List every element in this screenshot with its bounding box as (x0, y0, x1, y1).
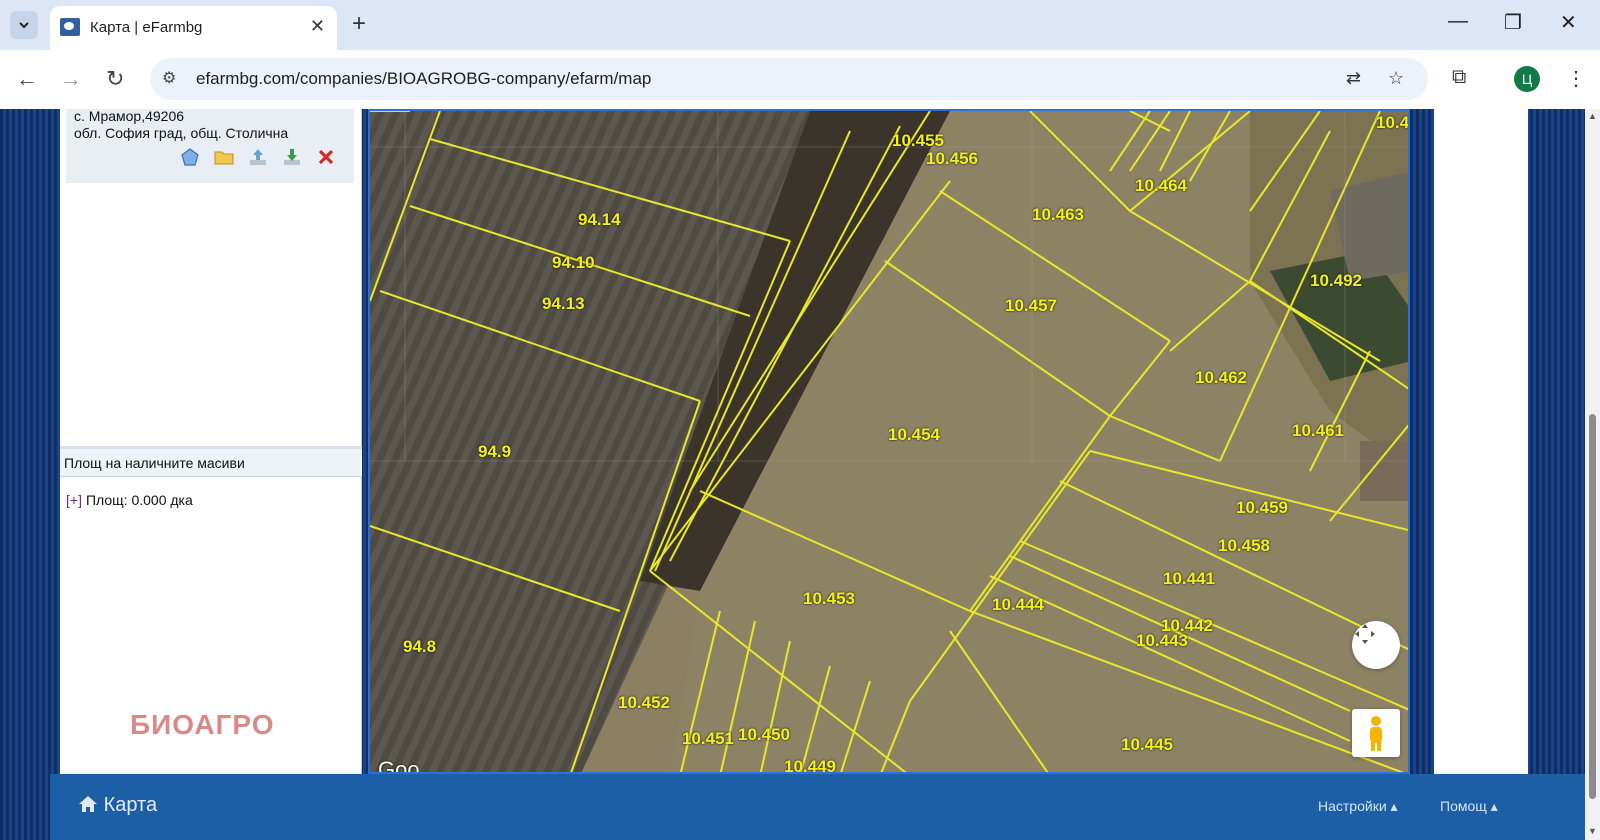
help-menu[interactable]: Помощ ▴ (1440, 798, 1498, 815)
favicon-icon (60, 18, 80, 36)
home-icon (79, 796, 97, 812)
parcel-label[interactable]: 10.464 (1135, 176, 1187, 196)
fullscreen-button[interactable] (1352, 621, 1400, 669)
page-scrollbar[interactable]: ▲ ▼ (1585, 109, 1600, 840)
window-close-icon[interactable]: ✕ (1560, 10, 1577, 35)
pegman-icon (1370, 716, 1382, 751)
close-tab-icon[interactable]: ✕ (310, 16, 325, 37)
parcel-label[interactable]: 10.4 (1376, 113, 1408, 133)
fullscreen-icon (1355, 624, 1375, 644)
tab-search-button[interactable] (10, 11, 38, 39)
parcel-label[interactable]: 10.456 (926, 149, 978, 169)
translate-icon[interactable]: ⇄ (1346, 68, 1361, 89)
new-tab-icon[interactable]: + (352, 10, 366, 38)
parcel-label[interactable]: 10.441 (1163, 569, 1215, 589)
brand-logo: БИОАГРО (130, 709, 275, 740)
left-panel: с. Мрамор,49206 обл. София град, общ. Ст… (60, 109, 362, 774)
browser-toolbar: ← → ↻ ⚙ efarmbg.com/companies/BIOAGROBG-… (0, 50, 1600, 109)
section-title: Площ на наличните масиви (60, 449, 362, 477)
parcel-label[interactable]: 10.452 (618, 693, 670, 713)
parcel-label[interactable]: 10.461 (1292, 421, 1344, 441)
parcel-label[interactable]: 10.492 (1310, 271, 1362, 291)
location-line1: с. Мрамор,49206 (74, 109, 185, 124)
folder-icon[interactable] (214, 147, 234, 167)
minimize-icon[interactable]: — (1448, 10, 1468, 33)
google-logo: Goo (378, 757, 420, 774)
parcel-label[interactable]: 94.14 (578, 210, 621, 230)
parcel-label[interactable]: 94.9 (478, 442, 511, 462)
scroll-up-icon[interactable]: ▲ (1588, 111, 1597, 121)
parcel-label[interactable]: 10.453 (803, 589, 855, 609)
area-text: Площ: 0.000 дка (85, 492, 193, 508)
street-view-pegman[interactable] (1352, 709, 1400, 757)
tab-title: Карта | eFarmbg (90, 19, 203, 36)
restore-icon[interactable]: ❐ (1504, 10, 1522, 35)
upload-icon[interactable] (248, 147, 268, 167)
browser-tabstrip: Карта | eFarmbg ✕ + — ❐ ✕ (0, 0, 1600, 50)
location-box: с. Мрамор,49206 обл. София град, общ. Ст… (66, 109, 354, 183)
scroll-down-icon[interactable]: ▼ (1588, 826, 1597, 836)
bookmark-star-icon[interactable]: ☆ (1388, 68, 1404, 89)
parcel-label[interactable]: 10.444 (992, 595, 1044, 615)
chevron-down-icon (19, 22, 29, 29)
browser-tab[interactable]: Карта | eFarmbg ✕ (50, 6, 337, 50)
parcel-label[interactable]: 94.13 (542, 294, 585, 314)
forward-icon[interactable]: → (60, 66, 82, 92)
address-bar[interactable]: ⚙ efarmbg.com/companies/BIOAGROBG-compan… (150, 58, 1428, 100)
menu-dots-icon[interactable]: ⋮ (1566, 66, 1586, 91)
footer-bar: Карта Настройки ▴ Помощ ▴ (50, 774, 1585, 840)
parcel-label[interactable]: 94.8 (403, 637, 436, 657)
parcel-label[interactable]: 10.454 (888, 425, 940, 445)
parcel-label[interactable]: 10.443 (1136, 631, 1188, 651)
parcel-label[interactable]: 10.450 (738, 725, 790, 745)
delete-icon[interactable] (316, 147, 336, 167)
parcel-label[interactable]: 10.459 (1236, 498, 1288, 518)
area-row: [+] Площ: 0.000 дка (66, 492, 193, 508)
parcel-label[interactable]: 10.458 (1218, 536, 1270, 556)
map-view[interactable]: 10.455 10.456 10.464 10.463 94.14 94.10 … (368, 109, 1410, 774)
polygon-icon[interactable] (180, 147, 200, 167)
page-content: с. Мрамор,49206 обл. София град, общ. Ст… (0, 109, 1585, 840)
parcel-label[interactable]: 10.445 (1121, 735, 1173, 755)
settings-label: Настройки (1318, 798, 1387, 814)
home-label: Карта (103, 794, 158, 816)
location-line2: обл. София град, общ. Столична (74, 125, 289, 141)
help-label: Помощ (1440, 798, 1487, 814)
url-text[interactable]: efarmbg.com/companies/BIOAGROBG-company/… (196, 69, 651, 89)
parcel-label[interactable]: 94.10 (552, 253, 595, 273)
parcel-label[interactable]: 10.455 (892, 131, 944, 151)
parcel-label[interactable]: 10.463 (1032, 205, 1084, 225)
download-icon[interactable] (282, 147, 302, 167)
parcel-label[interactable]: 10.462 (1195, 368, 1247, 388)
settings-menu[interactable]: Настройки ▴ (1318, 798, 1398, 815)
parcel-label[interactable]: 10.449 (784, 757, 836, 772)
scroll-thumb[interactable] (1589, 414, 1596, 799)
parcel-label[interactable]: 10.451 (682, 729, 734, 749)
site-info-icon[interactable]: ⚙ (162, 68, 184, 90)
back-icon[interactable]: ← (16, 66, 38, 92)
profile-avatar[interactable]: Ц (1514, 66, 1540, 92)
extensions-icon[interactable]: ⧉ (1452, 66, 1466, 89)
home-link[interactable]: Карта (78, 794, 157, 817)
parcel-label[interactable]: 10.457 (1005, 296, 1057, 316)
expand-toggle[interactable]: [+] (66, 492, 82, 508)
location-tools (180, 147, 350, 169)
reload-icon[interactable]: ↻ (106, 66, 124, 92)
right-panel (1434, 109, 1528, 774)
